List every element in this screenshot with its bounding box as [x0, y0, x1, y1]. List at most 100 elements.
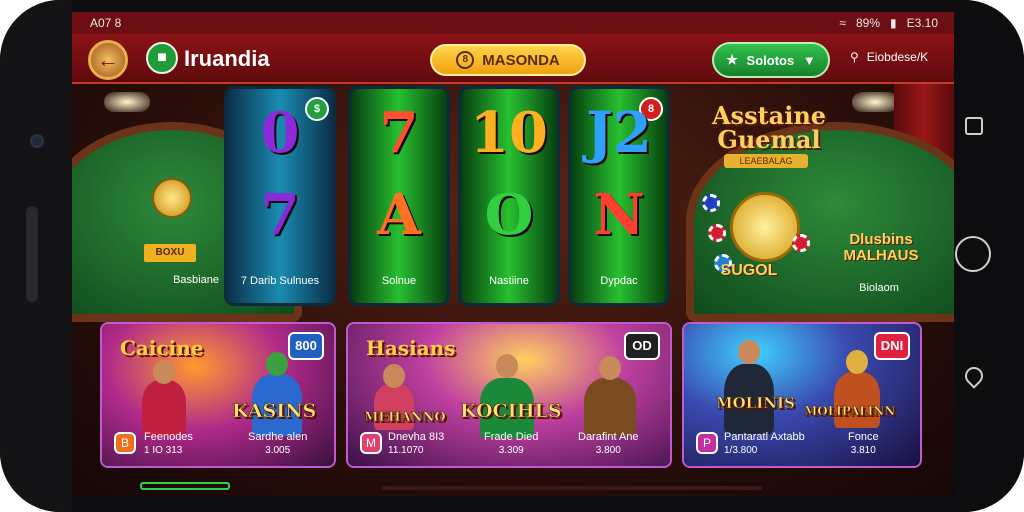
- app-logo-icon: ■: [146, 42, 178, 74]
- feature-right[interactable]: Asstaine Guemal LEAEBALAG SUGOL Dlusbins…: [684, 84, 954, 306]
- bottom-tab-indicator[interactable]: [140, 482, 230, 490]
- chevron-down-icon: ▼: [802, 52, 816, 68]
- game-icon: B: [114, 432, 136, 454]
- reel-symbol-top: 7: [379, 100, 419, 166]
- back-icon[interactable]: [961, 363, 987, 389]
- search-label: Eiobdese/K: [866, 50, 929, 64]
- game-card[interactable]: Hasians OD MEHANNO KOCIHLS M Dnevha 8I3 …: [346, 322, 672, 468]
- star-icon: ★: [726, 52, 738, 67]
- bottom-scroll-indicator: [382, 486, 762, 490]
- network-label: E3.10: [906, 16, 938, 30]
- card-stat: Pantaratl Axtabb 1/3.800: [724, 430, 805, 458]
- feature-right-ribbon: LEAEBALAG: [724, 154, 808, 168]
- character-head: [153, 360, 175, 384]
- home-icon[interactable]: [955, 236, 991, 272]
- mega-label: Dlusbins MALHAUS: [843, 231, 919, 264]
- character-head: [266, 352, 288, 376]
- slot-reel-3[interactable]: 10 O Nastiine: [458, 86, 560, 306]
- card-stat: Fonce 3.810: [848, 430, 879, 458]
- card-stat-value: 3.810: [850, 445, 876, 456]
- game-card[interactable]: Caicine 800 KASINS B Feenodes 1 IO 313 S…: [100, 322, 336, 468]
- bonus-sign: BOXU: [144, 244, 196, 262]
- game-icon: M: [360, 432, 382, 454]
- search-button[interactable]: ⚲ Eiobdese/K: [850, 50, 928, 64]
- character-head: [496, 354, 518, 378]
- card-stat-value: 3.800: [595, 445, 621, 456]
- character-figure: [834, 372, 880, 428]
- card-footer: P Pantaratl Axtabb 1/3.800 Fonce 3.810: [684, 426, 920, 466]
- card-badge: DNI: [874, 332, 910, 360]
- battery-percent: 89%: [856, 16, 881, 30]
- status-bar: A07 8 ≈ 89% ▮ E3.10: [72, 12, 954, 34]
- game-icon: P: [696, 432, 718, 454]
- card-stat-value: 1 IO 313: [144, 445, 183, 456]
- card-badge: OD: [624, 332, 660, 360]
- reel-label: Dypdac: [600, 275, 638, 287]
- gold-label: SUGOL: [720, 262, 778, 279]
- system-nav-bar: [952, 0, 1024, 512]
- card-footer: B Feenodes 1 IO 313 Sardhe alen 3.005: [102, 426, 334, 466]
- reel-symbol-top: J2: [586, 100, 652, 166]
- card-stat-value: 3.005: [265, 445, 291, 456]
- card-extra-title: MOLIPALINN: [804, 404, 896, 419]
- status-time: A07 8: [90, 16, 122, 30]
- reel-symbol-bottom: O: [484, 182, 534, 248]
- promo-button[interactable]: 8 MASONDA: [430, 44, 586, 76]
- card-extra-title: MEHANNO: [364, 410, 446, 426]
- reel-symbol-top: 0: [260, 100, 300, 166]
- slot-reel-2[interactable]: 7 A Solnue: [348, 86, 450, 306]
- card-title: Hasians: [366, 336, 456, 360]
- solution-button[interactable]: ★ Solotos ▼: [712, 42, 830, 78]
- status-icons: ≈ 89% ▮ E3.10: [839, 16, 938, 30]
- reel-symbol-top: 10: [470, 100, 548, 166]
- promo-coin-icon: 8: [456, 51, 475, 69]
- character-head: [846, 350, 868, 374]
- game-card[interactable]: DNI MOLINIS MOLIPALINN P Pantaratl Axtab…: [682, 322, 922, 468]
- casino-chip-icon: [702, 194, 720, 212]
- card-stat-label: Darafint Ane: [578, 431, 639, 443]
- reel-symbol-bottom: N: [593, 182, 645, 248]
- battery-icon: ▮: [890, 16, 897, 30]
- slot-reel-4[interactable]: 8 J2 N Dypdac: [568, 86, 670, 306]
- card-stat-label: Pantaratl Axtabb: [724, 431, 805, 443]
- card-badge: 800: [288, 332, 324, 360]
- card-stat: Frade Died 3.309: [484, 430, 538, 458]
- reel-symbol-bottom: 7: [260, 182, 300, 248]
- card-stat-label: Feenodes: [144, 431, 193, 443]
- gold-coin-icon: [152, 178, 192, 218]
- character-head: [738, 340, 760, 364]
- reel-label: Nastiine: [489, 275, 529, 287]
- card-main-title: MOLINIS: [716, 394, 795, 413]
- card-stat-value: 1/3.800: [724, 445, 758, 456]
- top-app-bar: ← ■ Iruandia 8 MASONDA ★ Solotos ▼ ⚲ Eio…: [72, 34, 954, 84]
- search-icon: ⚲: [850, 50, 859, 64]
- casino-chip-icon: [792, 234, 810, 252]
- reel-symbol-bottom: A: [377, 182, 421, 248]
- character-head: [383, 364, 405, 388]
- phone-frame: A07 8 ≈ 89% ▮ E3.10 ← ■ Iruandia 8 MASON…: [0, 0, 1024, 512]
- reel-label: 7 Darib Sulnues: [240, 275, 320, 287]
- card-main-title: KASINS: [232, 400, 317, 423]
- card-stat-label: Frade Died: [484, 431, 539, 443]
- casino-chip-icon: [708, 224, 726, 242]
- card-main-title: KOCIHLS: [460, 400, 562, 423]
- wifi-icon: ≈: [839, 16, 846, 30]
- promo-label: MASONDA: [482, 51, 560, 69]
- feature-right-title: Asstaine Guemal: [711, 101, 827, 154]
- card-stat: Dnevha 8I3 11.1070: [388, 430, 444, 458]
- card-stat-value: 3.309: [498, 445, 524, 456]
- back-button[interactable]: ←: [88, 40, 128, 80]
- card-stat-value: 11.1070: [388, 445, 424, 456]
- recent-apps-icon[interactable]: [965, 117, 983, 135]
- card-stat-label: Sardhe alen: [248, 431, 308, 443]
- app-screen: A07 8 ≈ 89% ▮ E3.10 ← ■ Iruandia 8 MASON…: [72, 12, 954, 496]
- slot-reel-1[interactable]: $ 0 7 7 Darib Sulnues: [224, 86, 336, 306]
- card-stat: Darafint Ane 3.800: [578, 430, 639, 458]
- feature-right-label: Biolaom: [859, 282, 899, 294]
- side-speaker: [26, 206, 38, 302]
- reel-label: Solnue: [381, 275, 417, 287]
- front-camera: [30, 134, 44, 148]
- card-stat: Sardhe alen 3.005: [248, 430, 307, 458]
- card-stat: Feenodes 1 IO 313: [144, 430, 193, 458]
- big-coin-icon: [730, 192, 800, 262]
